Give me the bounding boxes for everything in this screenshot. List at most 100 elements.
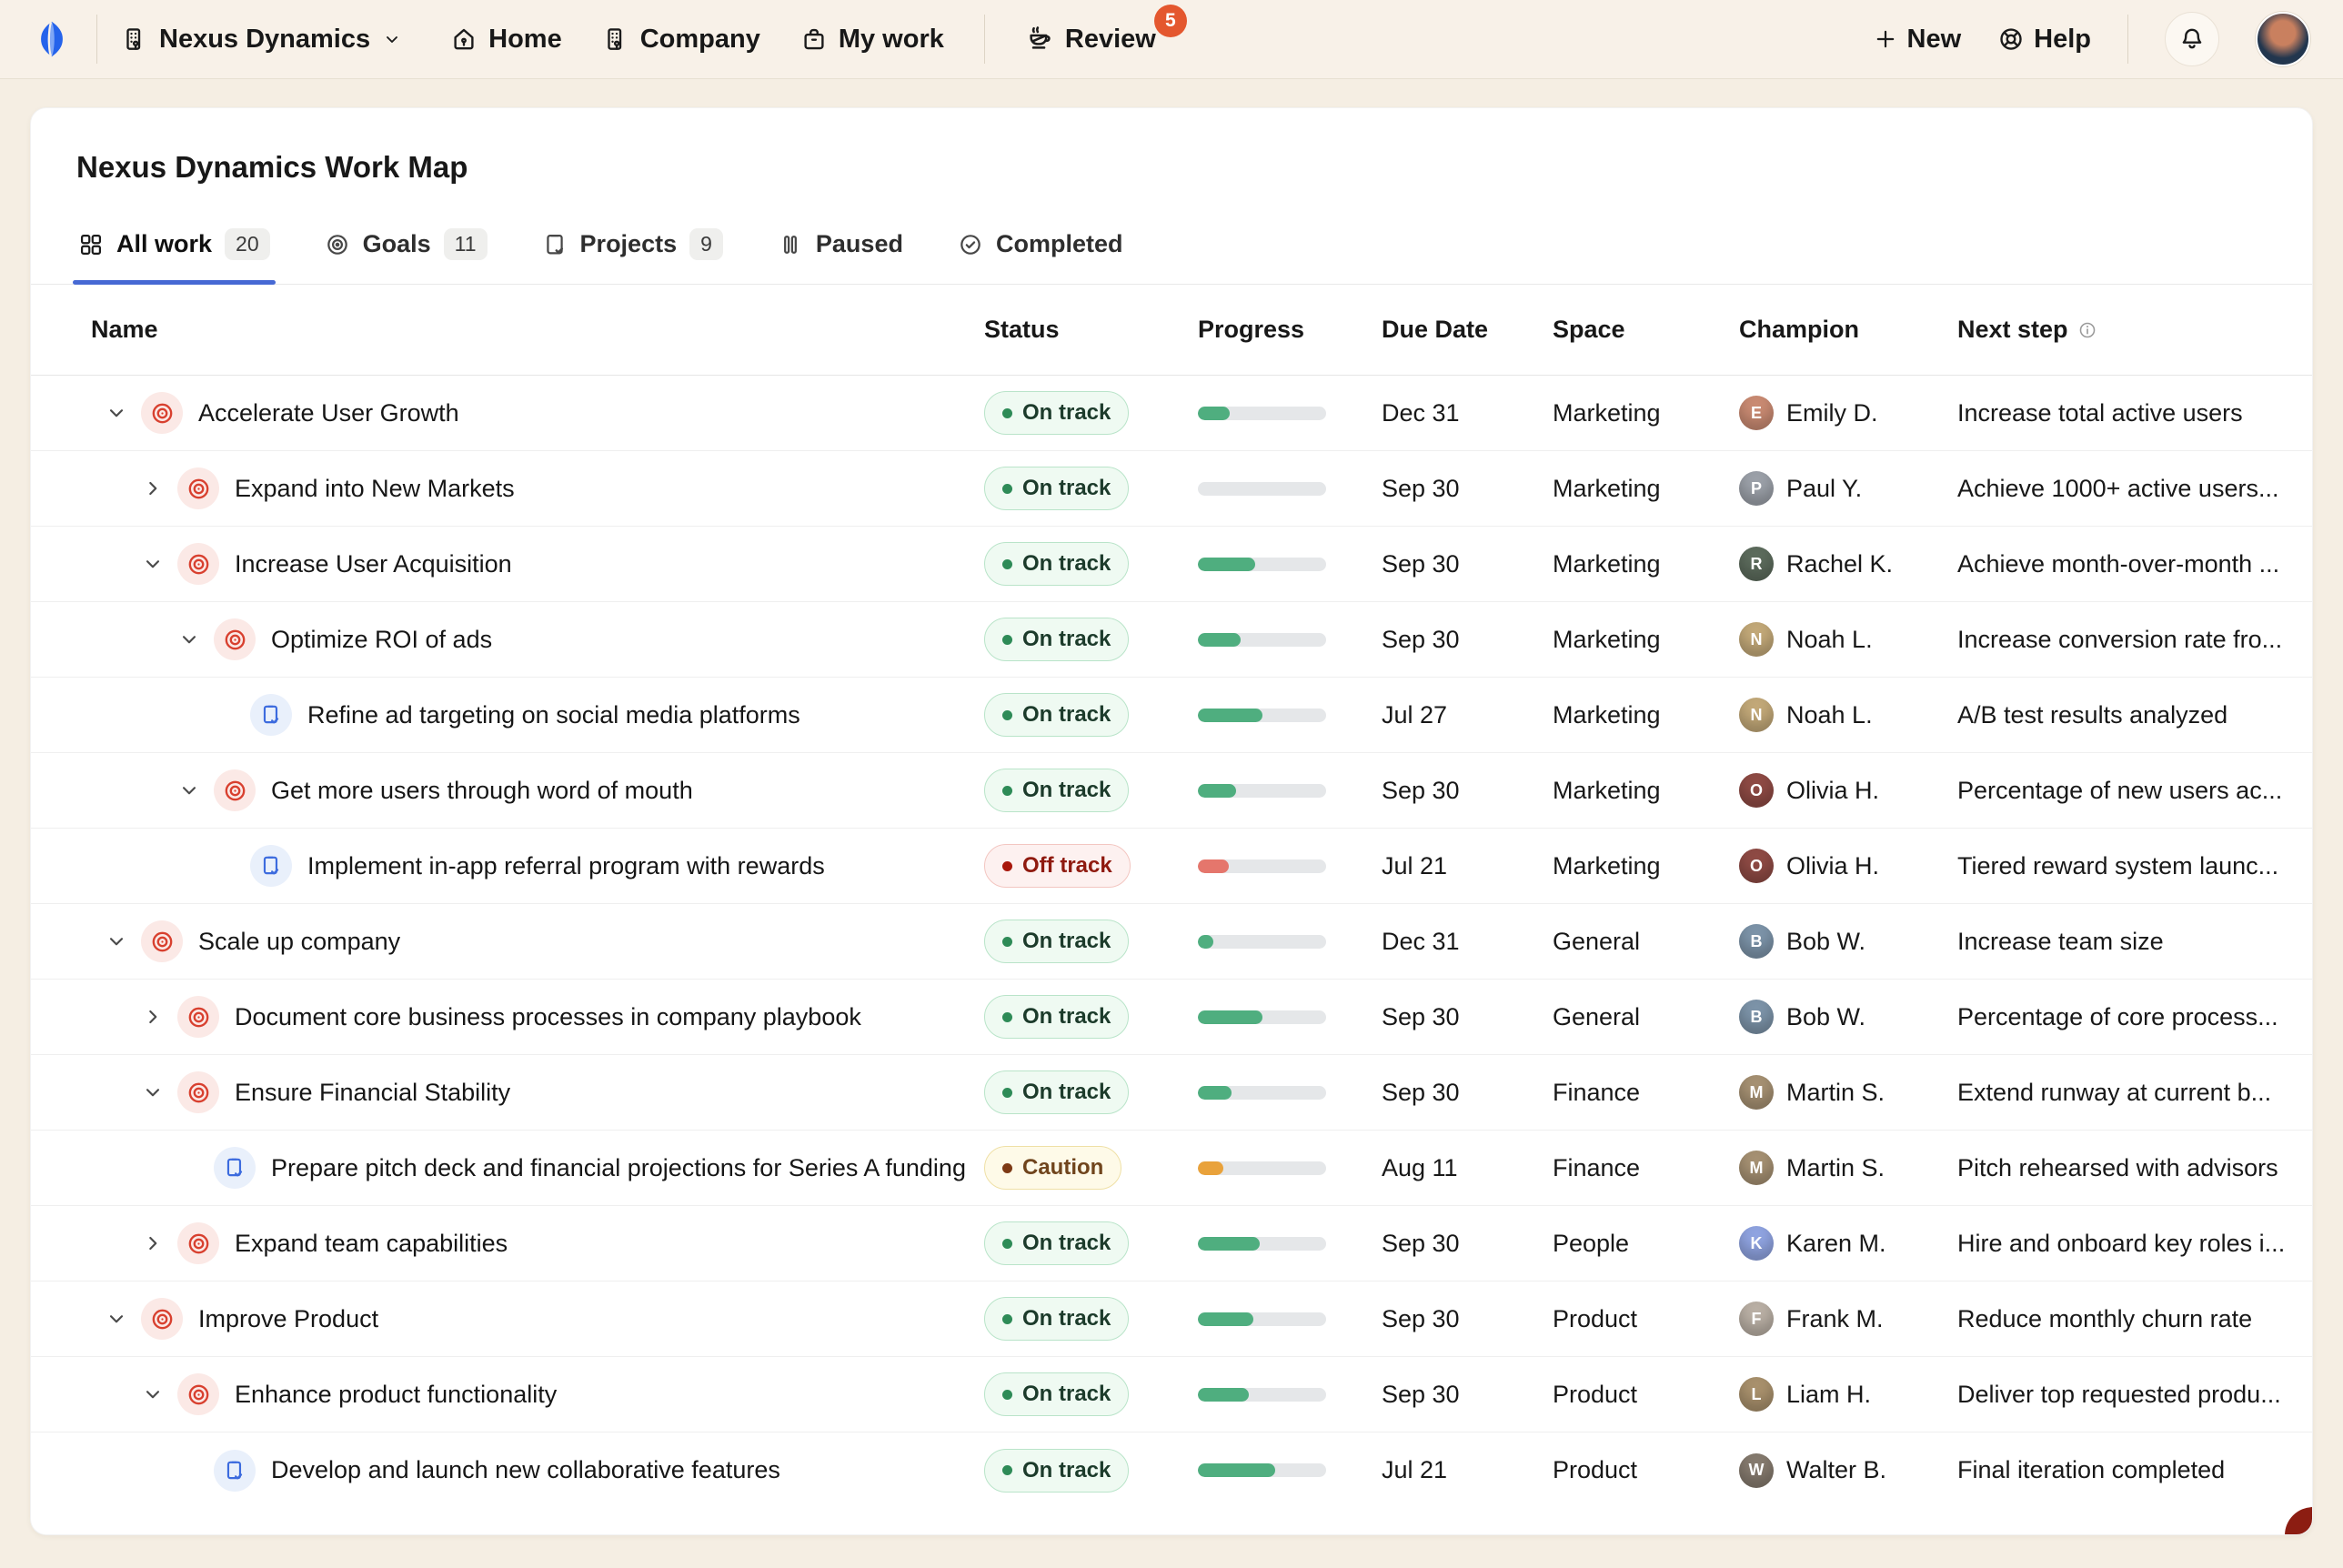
org-switcher[interactable]: Nexus Dynamics (121, 25, 403, 55)
table-row[interactable]: Accelerate User Growth On track Dec 31 M… (31, 376, 2312, 451)
status-badge[interactable]: On track (984, 1070, 1129, 1114)
row-name[interactable]: Implement in-app referral program with r… (307, 849, 825, 882)
status-badge[interactable]: On track (984, 542, 1129, 586)
status-badge[interactable]: Caution (984, 1146, 1121, 1190)
table-row[interactable]: Ensure Financial Stability On track Sep … (31, 1055, 2312, 1131)
status-badge[interactable]: On track (984, 920, 1129, 963)
next-step: Deliver top requested produ... (1957, 1381, 2288, 1409)
due-date: Jul 21 (1382, 852, 1553, 880)
due-date: Sep 30 (1382, 777, 1553, 805)
space: Marketing (1553, 777, 1739, 805)
row-expand-chevron[interactable] (139, 475, 166, 502)
goal-icon (177, 1373, 219, 1415)
review-count-badge: 5 (1154, 5, 1187, 37)
row-expand-chevron[interactable] (139, 1230, 166, 1257)
tab-completed[interactable]: Completed (956, 217, 1125, 282)
user-avatar[interactable] (2256, 12, 2310, 66)
row-name[interactable]: Get more users through word of mouth (271, 774, 693, 807)
table-row[interactable]: Expand team capabilities On track Sep 30… (31, 1206, 2312, 1282)
status-badge[interactable]: On track (984, 693, 1129, 737)
table-row[interactable]: Expand into New Markets On track Sep 30 … (31, 451, 2312, 527)
table-row[interactable]: Scale up company On track Dec 31 General… (31, 904, 2312, 980)
table-row[interactable]: Refine ad targeting on social media plat… (31, 678, 2312, 753)
table-row[interactable]: Prepare pitch deck and financial project… (31, 1131, 2312, 1206)
table-row[interactable]: Implement in-app referral program with r… (31, 829, 2312, 904)
row-name[interactable]: Expand into New Markets (235, 472, 515, 505)
table-row[interactable]: Get more users through word of mouth On … (31, 753, 2312, 829)
status-badge[interactable]: On track (984, 618, 1129, 661)
status-badge[interactable]: On track (984, 995, 1129, 1039)
row-name[interactable]: Improve Product (198, 1302, 378, 1335)
tab-count: 20 (225, 228, 270, 260)
next-step: Extend runway at current b... (1957, 1079, 2288, 1107)
status-badge[interactable]: On track (984, 1372, 1129, 1416)
help-button[interactable]: Help (1997, 25, 2091, 55)
tab-count: 9 (689, 228, 723, 260)
progress-fill (1198, 1463, 1275, 1477)
avatar: O (1739, 849, 1774, 883)
status-label: On track (1022, 1004, 1111, 1030)
status-badge[interactable]: On track (984, 391, 1129, 435)
row-expand-chevron[interactable] (139, 550, 166, 578)
row-expand-chevron[interactable] (139, 1003, 166, 1030)
goal-icon (141, 1298, 183, 1340)
tab-all-work[interactable]: All work 20 (76, 216, 272, 284)
row-name[interactable]: Accelerate User Growth (198, 397, 459, 429)
nav-review[interactable]: Review 5 (1025, 25, 1156, 55)
status-badge[interactable]: On track (984, 467, 1129, 510)
row-name[interactable]: Expand team capabilities (235, 1227, 508, 1260)
row-expand-chevron[interactable] (176, 777, 203, 804)
table-row[interactable]: Enhance product functionality On track S… (31, 1357, 2312, 1432)
row-expand-chevron[interactable] (103, 928, 130, 955)
row-expand-chevron[interactable] (176, 626, 203, 653)
table-row[interactable]: Optimize ROI of ads On track Sep 30 Mark… (31, 602, 2312, 678)
app-logo-icon[interactable] (31, 18, 73, 60)
status-badge[interactable]: On track (984, 1221, 1129, 1265)
due-date: Jul 27 (1382, 701, 1553, 729)
chat-bubble[interactable] (2285, 1507, 2313, 1535)
tab-paused[interactable]: Paused (776, 217, 905, 282)
table-row[interactable]: Develop and launch new collaborative fea… (31, 1432, 2312, 1508)
progress-bar (1198, 1086, 1326, 1100)
status-badge[interactable]: On track (984, 1449, 1129, 1493)
row-name[interactable]: Develop and launch new collaborative fea… (271, 1453, 780, 1486)
row-name[interactable]: Refine ad targeting on social media plat… (307, 699, 800, 731)
row-expand-chevron[interactable] (103, 399, 130, 427)
row-expand-chevron[interactable] (103, 1305, 130, 1332)
status-badge[interactable]: On track (984, 1297, 1129, 1341)
row-name[interactable]: Optimize ROI of ads (271, 623, 492, 656)
progress-fill (1198, 709, 1262, 722)
status-badge[interactable]: On track (984, 769, 1129, 812)
table-row[interactable]: Document core business processes in comp… (31, 980, 2312, 1055)
row-name[interactable]: Prepare pitch deck and financial project… (271, 1151, 966, 1184)
new-button-label: New (1907, 25, 1962, 55)
row-name[interactable]: Document core business processes in comp… (235, 1000, 861, 1033)
notifications-button[interactable] (2165, 12, 2219, 66)
champion-cell: O Olivia H. (1739, 849, 1957, 883)
progress-fill (1198, 935, 1213, 949)
row-expand-chevron[interactable] (139, 1381, 166, 1408)
new-button[interactable]: New (1873, 25, 1962, 55)
status-badge[interactable]: Off track (984, 844, 1131, 888)
row-name[interactable]: Enhance product functionality (235, 1378, 557, 1411)
progress-fill (1198, 1161, 1223, 1175)
project-icon (250, 845, 292, 887)
nav-home[interactable]: Home (450, 25, 562, 55)
info-icon[interactable] (2077, 320, 2097, 340)
row-name[interactable]: Ensure Financial Stability (235, 1076, 510, 1109)
nav-my-work[interactable]: My work (800, 25, 944, 55)
table-row[interactable]: Improve Product On track Sep 30 Product … (31, 1282, 2312, 1357)
row-expand-chevron[interactable] (139, 1079, 166, 1106)
due-date: Sep 30 (1382, 475, 1553, 503)
row-name[interactable]: Increase User Acquisition (235, 548, 512, 580)
tab-goals[interactable]: Goals 11 (323, 216, 489, 284)
row-name[interactable]: Scale up company (198, 925, 400, 958)
tab-projects[interactable]: Projects 9 (540, 216, 725, 284)
table-row[interactable]: Increase User Acquisition On track Sep 3… (31, 527, 2312, 602)
avatar: M (1739, 1151, 1774, 1185)
space: General (1553, 928, 1739, 956)
nav-company[interactable]: Company (602, 25, 760, 55)
row-name-cell: Scale up company (61, 913, 984, 970)
due-date: Sep 30 (1382, 626, 1553, 654)
next-step: Percentage of core process... (1957, 1003, 2288, 1031)
